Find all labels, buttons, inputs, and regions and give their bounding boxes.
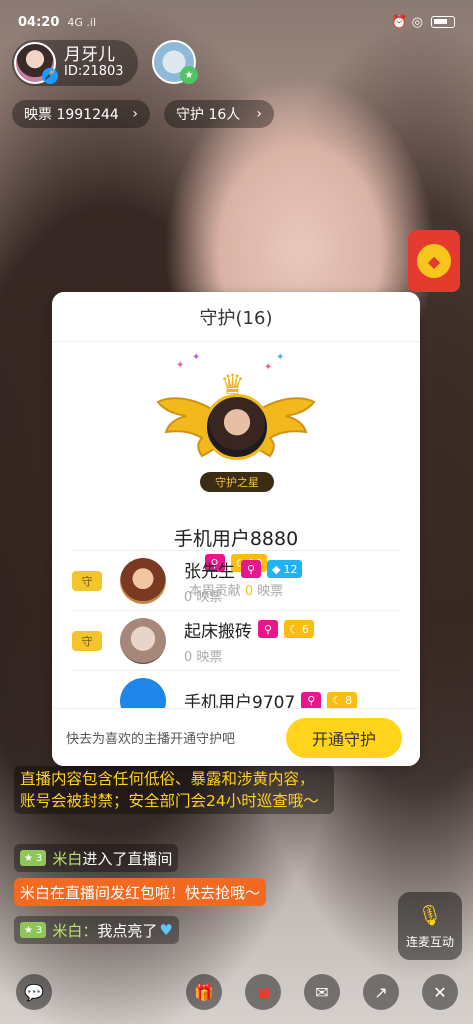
gift-icon[interactable]: 🎁 — [186, 974, 222, 1010]
host-info: 月牙儿 ID:21803 — [64, 44, 124, 80]
panel-footer: 快去为喜欢的主播开通守护吧 开通守护 — [52, 708, 420, 766]
chat-nickname[interactable]: 米白 — [52, 848, 82, 869]
chat-text: 我点亮了 — [97, 921, 158, 940]
guard-row[interactable]: 守 起床搬砖 ⚲ ☾ 6 0 映票 — [72, 610, 400, 670]
host-id: ID:21803 — [64, 64, 124, 80]
moon-level-value: 6 — [301, 622, 309, 636]
diamond-icon: ◆ — [272, 562, 281, 576]
moon-icon: ☾ — [332, 694, 343, 707]
guard-shield-icon: 守 — [72, 630, 102, 651]
votes-text: 映票 1991244 — [24, 107, 119, 123]
diamond-coin-icon: ◆ — [417, 244, 451, 278]
red-packet-icon[interactable]: ▣ — [245, 974, 281, 1010]
footer-text: 快去为喜欢的主播开通守护吧 — [66, 732, 236, 747]
guard-votes: 0 映票 — [184, 589, 223, 605]
chat-text: 米白在直播间发红包啦！快去抢哦～ — [20, 883, 261, 902]
guard-count-text: 守护 16人 — [176, 107, 241, 123]
red-envelope-button[interactable]: ◆ — [408, 230, 460, 292]
moon-level-value: 8 — [345, 694, 353, 707]
chevron-right-icon: › — [256, 106, 262, 122]
guard-name: 起床搬砖 — [184, 621, 252, 642]
network-indicator: 4G .il — [67, 15, 97, 29]
top-guard-name[interactable]: 手机用户8880 — [52, 524, 420, 551]
user-level-value: 3 — [35, 852, 43, 864]
guard-row[interactable]: 守 张先生 ⚲ ◆ 12 0 映票 — [72, 550, 400, 610]
sparkle-icon: ✦ — [192, 352, 201, 363]
top-guard-avatar[interactable] — [204, 394, 270, 460]
star-badge-icon: ★ — [180, 66, 198, 84]
host-avatar[interactable]: 🎤 — [14, 42, 58, 84]
guard-panel: 守护(16) ✦ ✦ ✦ ✦ ♛ 守护之星 手机用户8880 ⚲ ☾ 10 本周… — [52, 292, 420, 766]
chat-message-red-packet[interactable]: 米白在直播间发红包啦！快去抢哦～ — [14, 878, 267, 906]
star-icon: ★ — [24, 852, 33, 864]
moon-level-badge: ☾ 6 — [284, 620, 314, 638]
chat-bubble-icon[interactable]: 💬 — [16, 974, 52, 1010]
guard-list: 守 张先生 ⚲ ◆ 12 0 映票 守 起床搬砖 ⚲ ☾ 6 0 映票 手机用户… — [72, 550, 400, 730]
key-badge-icon: ⚲ — [258, 620, 278, 638]
guard-info: 张先生 ⚲ ◆ 12 0 映票 — [184, 557, 303, 605]
user-level-value: 3 — [35, 924, 43, 936]
diamond-level-value: 12 — [283, 562, 298, 576]
share-icon[interactable]: ↗ — [363, 974, 399, 1010]
battery-icon — [431, 16, 455, 28]
status-bar: 04:20 4G .il ⏰ ◎ — [0, 0, 473, 44]
moon-level-badge: ☾ 8 — [327, 691, 358, 710]
guard-shield-icon: 守 — [72, 570, 102, 591]
chat-message-enter[interactable]: ★ 3 米白 进入了直播间 — [14, 844, 179, 872]
open-guard-button[interactable]: 开通守护 — [286, 717, 402, 758]
guard-info: 起床搬砖 ⚲ ☾ 6 0 映票 — [184, 617, 314, 665]
viewer-avatar[interactable]: ★ — [152, 40, 198, 84]
status-right-icons: ⏰ ◎ — [391, 15, 455, 30]
mic-interact-button[interactable]: 🎙 连麦互动 — [398, 892, 462, 960]
sparkle-icon: ✦ — [176, 360, 185, 371]
moon-icon: ☾ — [289, 622, 299, 636]
user-level-badge: ★ 3 — [20, 850, 47, 866]
system-notice: 直播内容包含任何低俗、暴露和涉黄内容，账号会被封禁；安全部门会24小时巡查哦～ — [14, 766, 334, 814]
mic-interact-label: 连麦互动 — [405, 934, 454, 949]
chat-nickname[interactable]: 米白： — [52, 920, 97, 941]
sparkle-icon: ✦ — [276, 352, 285, 363]
mic-badge-icon: 🎤 — [42, 68, 58, 84]
microphone-icon: 🎙 — [417, 902, 443, 927]
key-badge-icon: ⚲ — [301, 691, 322, 710]
bottom-toolbar: 💬 🎁 ▣ ✉ ↗ ✕ — [0, 972, 473, 1012]
chevron-right-icon: › — [132, 106, 138, 122]
alarm-icon: ⏰ ◎ — [391, 14, 423, 30]
star-icon: ★ — [24, 924, 33, 936]
guard-star-label: 守护之星 — [200, 472, 274, 492]
key-badge-icon: ⚲ — [241, 560, 261, 578]
guard-name: 张先生 — [184, 561, 235, 582]
close-icon[interactable]: ✕ — [422, 974, 458, 1010]
heart-icon: ♥ — [159, 921, 173, 939]
guard-avatar[interactable] — [120, 617, 166, 664]
user-level-badge: ★ 3 — [20, 922, 47, 938]
guard-votes: 0 映票 — [184, 649, 223, 665]
chat-text: 进入了直播间 — [82, 849, 173, 868]
panel-title: 守护(16) — [52, 292, 420, 342]
guard-avatar[interactable] — [120, 557, 166, 604]
guard-pill[interactable]: 守护 16人 › — [164, 100, 274, 128]
diamond-level-badge: ◆ 12 — [267, 560, 303, 578]
top-guard-section: ✦ ✦ ✦ ✦ ♛ 守护之星 手机用户8880 ⚲ ☾ 10 本周贡献 0 映票 — [52, 342, 420, 599]
host-name: 月牙儿 — [64, 44, 115, 65]
votes-pill[interactable]: 映票 1991244 › — [12, 100, 150, 128]
chat-message-like[interactable]: ★ 3 米白： 我点亮了 ♥ — [14, 916, 179, 944]
status-time: 04:20 — [18, 14, 60, 30]
mail-icon[interactable]: ✉ — [304, 974, 340, 1010]
host-card[interactable]: 🎤 月牙儿 ID:21803 — [12, 40, 138, 86]
